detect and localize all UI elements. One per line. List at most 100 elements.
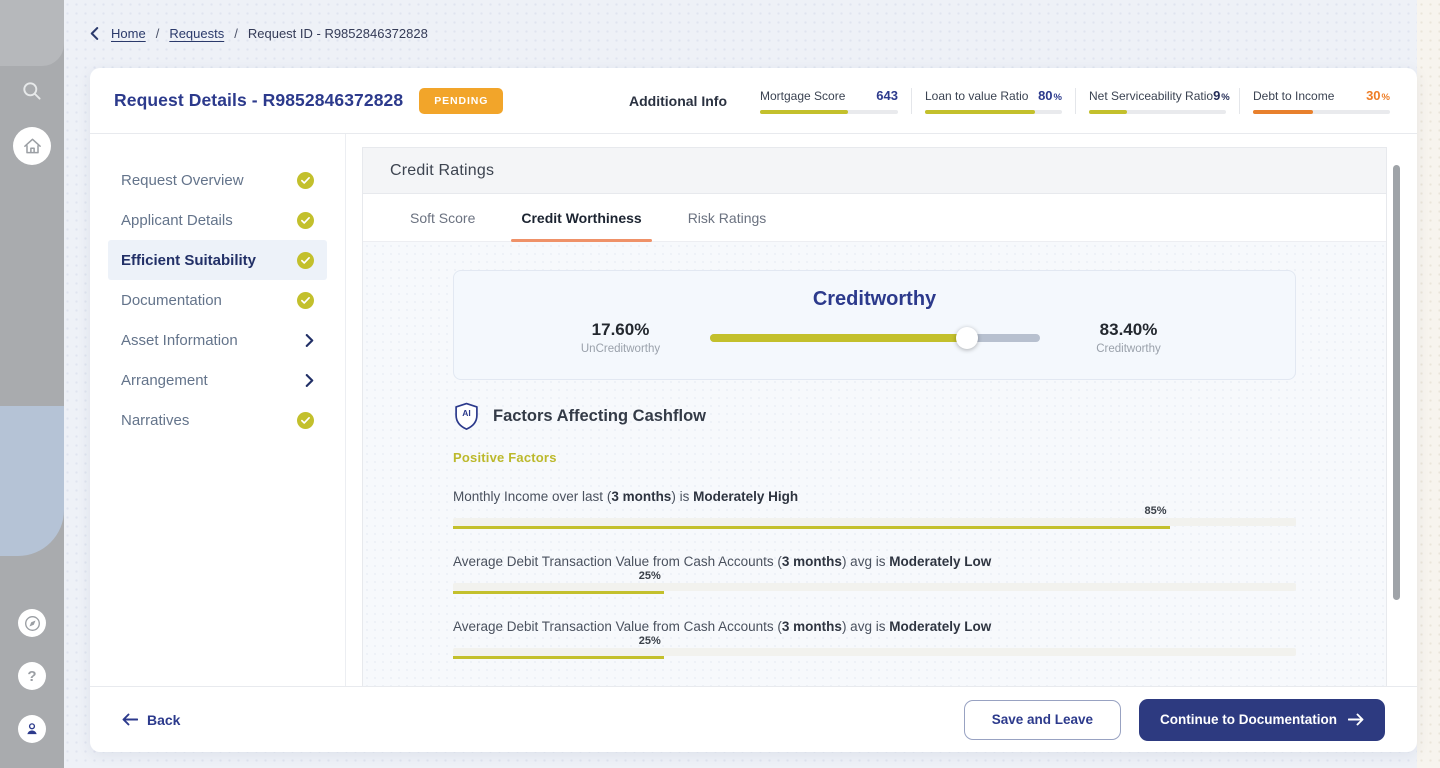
scrollbar-thumb[interactable] bbox=[1393, 165, 1400, 600]
ai-shield-icon: AI bbox=[453, 402, 480, 431]
breadcrumb-separator: / bbox=[234, 26, 238, 41]
creditworthy-slider bbox=[709, 326, 1040, 349]
factor-text: Average Debit Transaction Value from Cas… bbox=[453, 554, 992, 569]
breadcrumb: Home / Requests / Request ID - R985284637282… bbox=[90, 26, 428, 41]
tab-risk-ratings[interactable]: Risk Ratings bbox=[688, 194, 767, 241]
metric-progress-track bbox=[1253, 109, 1390, 114]
check-icon bbox=[297, 171, 314, 189]
card-header: Request Details - R9852846372828 PENDING… bbox=[90, 68, 1417, 134]
back-button-label: Back bbox=[147, 711, 181, 728]
metric-value: 30% bbox=[1366, 87, 1390, 103]
slider-knob[interactable] bbox=[955, 326, 978, 349]
gauge-left-block: 17.60% UnCreditworthy bbox=[556, 320, 686, 355]
arrow-right-icon bbox=[1348, 713, 1364, 726]
factor-progress: 85% bbox=[453, 505, 1296, 530]
metric-progress-track bbox=[760, 109, 898, 114]
sidebar-item-label: Arrangement bbox=[121, 371, 208, 389]
positive-factors-list: Monthly Income over last (3 months) is M… bbox=[453, 489, 1296, 660]
factor-progress-label: 85% bbox=[1144, 505, 1167, 517]
creditworthy-label: Creditworthy bbox=[1096, 343, 1161, 355]
continue-to-documentation-button[interactable]: Continue to Documentation bbox=[1139, 698, 1385, 741]
sidebar-item-label: Asset Information bbox=[121, 331, 238, 349]
metric-net-serviceability-ratio: Net Serviceability Ratio 9% bbox=[1075, 87, 1239, 114]
breadcrumb-home[interactable]: Home bbox=[111, 26, 146, 41]
continue-button-label: Continue to Documentation bbox=[1160, 712, 1337, 727]
factor-progress: 25% bbox=[453, 570, 1296, 595]
metric-unit: % bbox=[1221, 91, 1230, 103]
metric-debt-to-income: Debt to Income 30% bbox=[1239, 87, 1403, 114]
gauge-right-block: 83.40% Creditworthy bbox=[1064, 320, 1194, 355]
page: ? Home / Requests / Request ID - R9852846372… bbox=[0, 0, 1440, 768]
page-right-strip bbox=[1417, 0, 1440, 768]
section-nav: Request Overview Applicant Details Efficie… bbox=[90, 134, 346, 686]
breadcrumb-requests[interactable]: Requests bbox=[169, 26, 224, 41]
save-and-leave-button[interactable]: Save and Leave bbox=[963, 699, 1122, 740]
sidebar-item-arrangement[interactable]: Arrangement bbox=[108, 360, 327, 400]
tab-credit-worthiness[interactable]: Credit Worthiness bbox=[511, 194, 653, 242]
request-details-card: Request Details - R9852846372828 PENDING… bbox=[90, 68, 1417, 752]
chevron-right-icon bbox=[305, 373, 314, 387]
sidebar-item-applicant-details[interactable]: Applicant Details bbox=[108, 200, 327, 240]
positive-factors-title: Positive Factors bbox=[453, 450, 557, 465]
chevron-right-icon bbox=[305, 333, 314, 347]
metric-loan-to-value-ratio: Loan to value Ratio 80% bbox=[911, 87, 1075, 114]
breadcrumb-back-icon[interactable] bbox=[90, 27, 99, 40]
metric-progress-fill bbox=[925, 109, 1035, 114]
sidebar-decor-top bbox=[0, 0, 64, 66]
tab-soft-score[interactable]: Soft Score bbox=[410, 194, 475, 241]
metric-label: Loan to value Ratio bbox=[925, 88, 1029, 103]
factor-progress-fill bbox=[453, 526, 1170, 529]
sidebar-item-label: Narratives bbox=[121, 411, 190, 429]
factors-heading: AI Factors Affecting Cashflow bbox=[453, 402, 1296, 431]
arrow-left-icon bbox=[122, 713, 138, 726]
metric-progress-track bbox=[925, 109, 1062, 114]
check-icon bbox=[297, 411, 314, 429]
help-icon[interactable]: ? bbox=[18, 662, 46, 690]
gauge-title: Creditworthy bbox=[812, 288, 937, 310]
card-body: Request Overview Applicant Details Efficie… bbox=[90, 134, 1417, 686]
breadcrumb-separator: / bbox=[155, 26, 160, 41]
factor-progress-label: 25% bbox=[638, 635, 661, 647]
metric-label: Debt to Income bbox=[1253, 88, 1335, 103]
sidebar-item-narratives[interactable]: Narratives bbox=[108, 400, 327, 440]
sidebar-item-label: Request Overview bbox=[121, 171, 244, 189]
metric-unit: % bbox=[1381, 91, 1390, 103]
metric-label: Net Serviceability Ratio bbox=[1089, 88, 1214, 103]
sidebar-item-label: Applicant Details bbox=[121, 211, 233, 229]
check-icon bbox=[297, 251, 314, 269]
factor-progress-fill bbox=[453, 656, 664, 659]
breadcrumb-request-id-r9852846372828: Request ID - R9852846372828 bbox=[247, 26, 428, 41]
sidebar-decor-blue bbox=[0, 406, 64, 556]
factor-row: Average Debit Transaction Value from Cas… bbox=[453, 619, 1296, 660]
page-title: Request Details - R9852846372828 bbox=[114, 90, 404, 110]
factor-progress-label: 25% bbox=[638, 570, 661, 582]
user-icon[interactable] bbox=[18, 715, 46, 743]
metric-label: Mortgage Score bbox=[760, 88, 846, 103]
home-icon[interactable] bbox=[13, 127, 51, 165]
tab-bar: Soft Score Credit Worthiness Risk Ratings bbox=[363, 194, 1386, 242]
creditworthy-gauge-card: Creditworthy 17.60% UnCreditworthy 83.40… bbox=[453, 270, 1296, 380]
panel-content: Creditworthy 17.60% UnCreditworthy 83.40… bbox=[363, 242, 1386, 686]
factor-text: Monthly Income over last (3 months) is M… bbox=[453, 489, 799, 504]
panel-title: Credit Ratings bbox=[363, 148, 1386, 194]
back-button[interactable]: Back bbox=[122, 712, 180, 728]
factor-progress: 25% bbox=[453, 635, 1296, 660]
metric-unit: % bbox=[1053, 91, 1062, 103]
compass-icon[interactable] bbox=[18, 609, 46, 637]
search-icon[interactable] bbox=[21, 80, 43, 102]
card-footer: Back Save and Leave Continue to Document… bbox=[90, 686, 1417, 752]
factor-row: Average Debit Transaction Value from Cas… bbox=[453, 554, 1296, 595]
metric-mortgage-score: Mortgage Score 643 bbox=[747, 88, 911, 114]
sidebar-item-request-overview[interactable]: Request Overview bbox=[108, 160, 327, 200]
sidebar-item-asset-information[interactable]: Asset Information bbox=[108, 320, 327, 360]
factor-row: Monthly Income over last (3 months) is M… bbox=[453, 489, 1296, 530]
sidebar-item-efficient-suitability[interactable]: Efficient Suitability bbox=[108, 240, 327, 280]
svg-text:AI: AI bbox=[462, 408, 471, 418]
metric-value: 643 bbox=[876, 87, 898, 103]
sidebar-item-label: Efficient Suitability bbox=[121, 251, 257, 269]
sidebar-item-documentation[interactable]: Documentation bbox=[108, 280, 327, 320]
metric-progress-fill bbox=[1089, 109, 1128, 114]
save-and-leave-label: Save and Leave bbox=[991, 712, 1094, 727]
creditworthy-value: 83.40% bbox=[1099, 320, 1158, 339]
uncreditworthy-value: 17.60% bbox=[591, 320, 650, 339]
